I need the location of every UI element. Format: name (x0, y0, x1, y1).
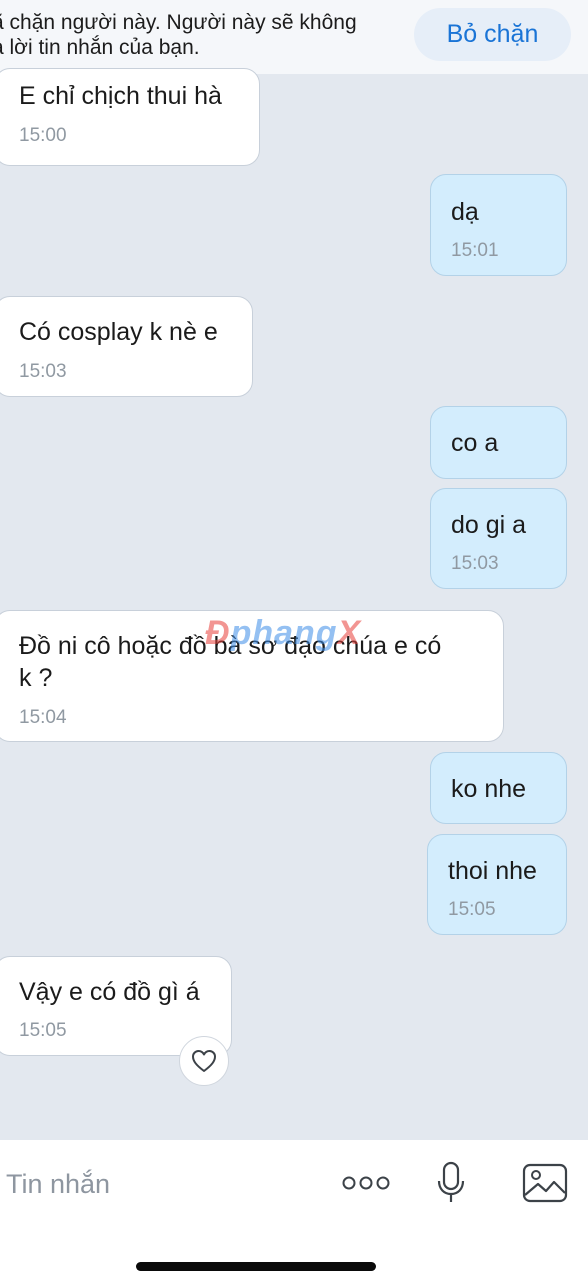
message-text: thoi nhe (448, 857, 537, 885)
home-indicator[interactable] (136, 1262, 376, 1271)
message-time: 15:04 (19, 707, 67, 728)
message-text: do gi a (451, 511, 527, 539)
image-icon (522, 1163, 568, 1203)
message-bubble-outgoing[interactable]: dạ 15:01 (430, 174, 567, 276)
blocked-notice: ã chặn người này. Người này sẽ không à l… (0, 10, 400, 60)
react-heart-button[interactable] (179, 1036, 229, 1086)
watermark-part: phang (230, 614, 338, 652)
voice-message-button[interactable] (432, 1160, 470, 1206)
message-text: E chỉ chịch thui hà (19, 82, 222, 110)
composer-bar (0, 1140, 588, 1280)
watermark-part: X (337, 614, 362, 652)
chat-screen: ã chặn người này. Người này sẽ không à l… (0, 0, 588, 1280)
more-options-button[interactable] (340, 1160, 392, 1206)
message-bubble-outgoing[interactable]: do gi a 15:03 (430, 488, 567, 589)
watermark-part: Đ (205, 614, 231, 652)
unblock-button[interactable]: Bỏ chặn (414, 8, 571, 61)
message-text-line2: k ? (19, 664, 53, 692)
more-dots-icon (342, 1176, 390, 1190)
message-input[interactable] (6, 1164, 306, 1204)
message-text: Có cosplay k nè e (19, 318, 218, 346)
message-time: 15:05 (448, 899, 496, 920)
message-bubble-outgoing[interactable]: thoi nhe 15:05 (427, 834, 567, 935)
message-time: 15:03 (451, 553, 499, 574)
attach-image-button[interactable] (520, 1160, 570, 1206)
blocked-notice-line1: ã chặn người này. Người này sẽ không (0, 11, 357, 34)
message-bubble-incoming[interactable]: E chỉ chịch thui hà 15:00 (0, 68, 260, 166)
message-text: ko nhe (451, 775, 527, 803)
message-text: Vậy e có đồ gì á (19, 978, 200, 1006)
watermark-logo: ĐphangX (205, 614, 361, 653)
message-bubble-outgoing[interactable]: co a (430, 406, 567, 479)
message-list[interactable]: E chỉ chịch thui hà 15:00 dạ 15:01 Có co… (0, 68, 588, 1140)
message-bubble-incoming[interactable]: Có cosplay k nè e 15:03 (0, 296, 253, 397)
blocked-banner: ã chặn người này. Người này sẽ không à l… (0, 0, 588, 74)
heart-icon (192, 1050, 216, 1072)
message-text: dạ (451, 198, 479, 226)
message-time: 15:05 (19, 1020, 67, 1041)
message-time: 15:03 (19, 361, 67, 382)
message-bubble-outgoing[interactable]: ko nhe (430, 752, 567, 824)
message-time: 15:00 (19, 125, 67, 146)
message-text: co a (451, 429, 499, 457)
microphone-icon (437, 1161, 465, 1202)
blocked-notice-line2: à lời tin nhắn của bạn. (0, 36, 200, 59)
message-time: 15:01 (451, 240, 499, 261)
